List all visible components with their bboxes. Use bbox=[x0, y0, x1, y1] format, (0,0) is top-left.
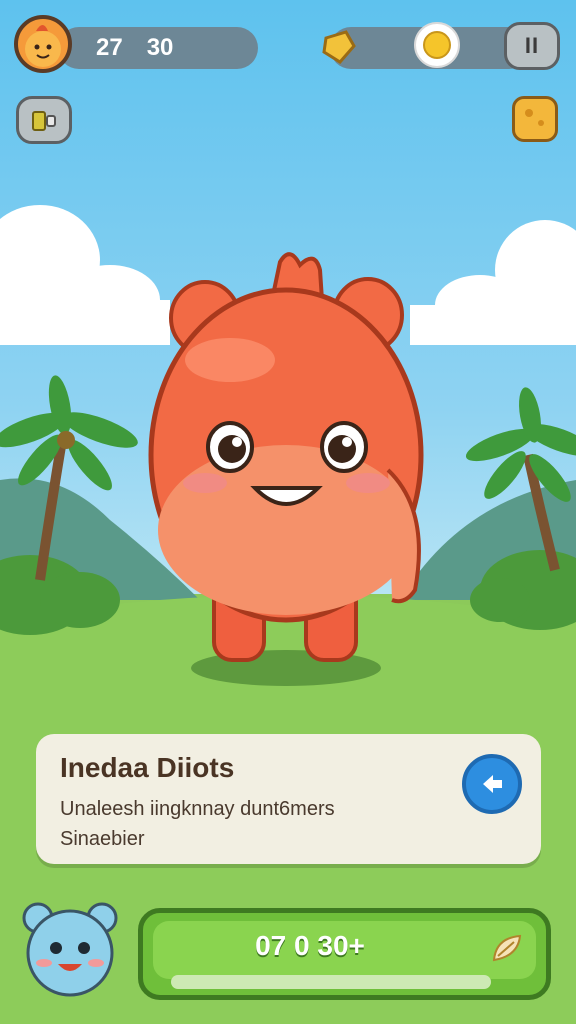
progress-value: 07 0 30+ bbox=[255, 930, 365, 961]
bear-avatar-icon[interactable] bbox=[20, 898, 120, 998]
info-line-1: Unaleesh iingknnay dunt6mers bbox=[60, 798, 335, 820]
pause-icon: II bbox=[524, 33, 540, 58]
info-line-2: Sinaebier bbox=[60, 828, 145, 850]
info-description: Unaleesh iingknnay dunt6mers Sinaebier bbox=[60, 794, 440, 854]
back-arrow-icon bbox=[483, 775, 502, 793]
cloud-right bbox=[410, 220, 576, 345]
stat-b-value: 30 bbox=[146, 34, 174, 61]
leaf-icon[interactable] bbox=[488, 930, 526, 968]
cheese-item-button[interactable] bbox=[512, 96, 558, 142]
cloud-left bbox=[0, 205, 170, 345]
chick-avatar-icon bbox=[25, 25, 61, 67]
cheese-icon bbox=[525, 109, 544, 126]
info-action-button[interactable] bbox=[462, 754, 522, 814]
sun-icon[interactable] bbox=[412, 20, 462, 70]
gold-gem-icon[interactable] bbox=[318, 26, 358, 66]
pause-button[interactable]: II bbox=[504, 22, 560, 70]
stats-pill: 27 30 bbox=[58, 27, 258, 69]
tool-button[interactable] bbox=[16, 96, 72, 144]
game-scene bbox=[0, 205, 576, 1024]
info-title: Inedaa Diiots bbox=[60, 752, 235, 783]
tool-icon bbox=[32, 111, 56, 131]
progress-track bbox=[171, 975, 491, 989]
stat-a-value: 27 bbox=[96, 34, 123, 61]
player-avatar[interactable] bbox=[14, 15, 72, 73]
